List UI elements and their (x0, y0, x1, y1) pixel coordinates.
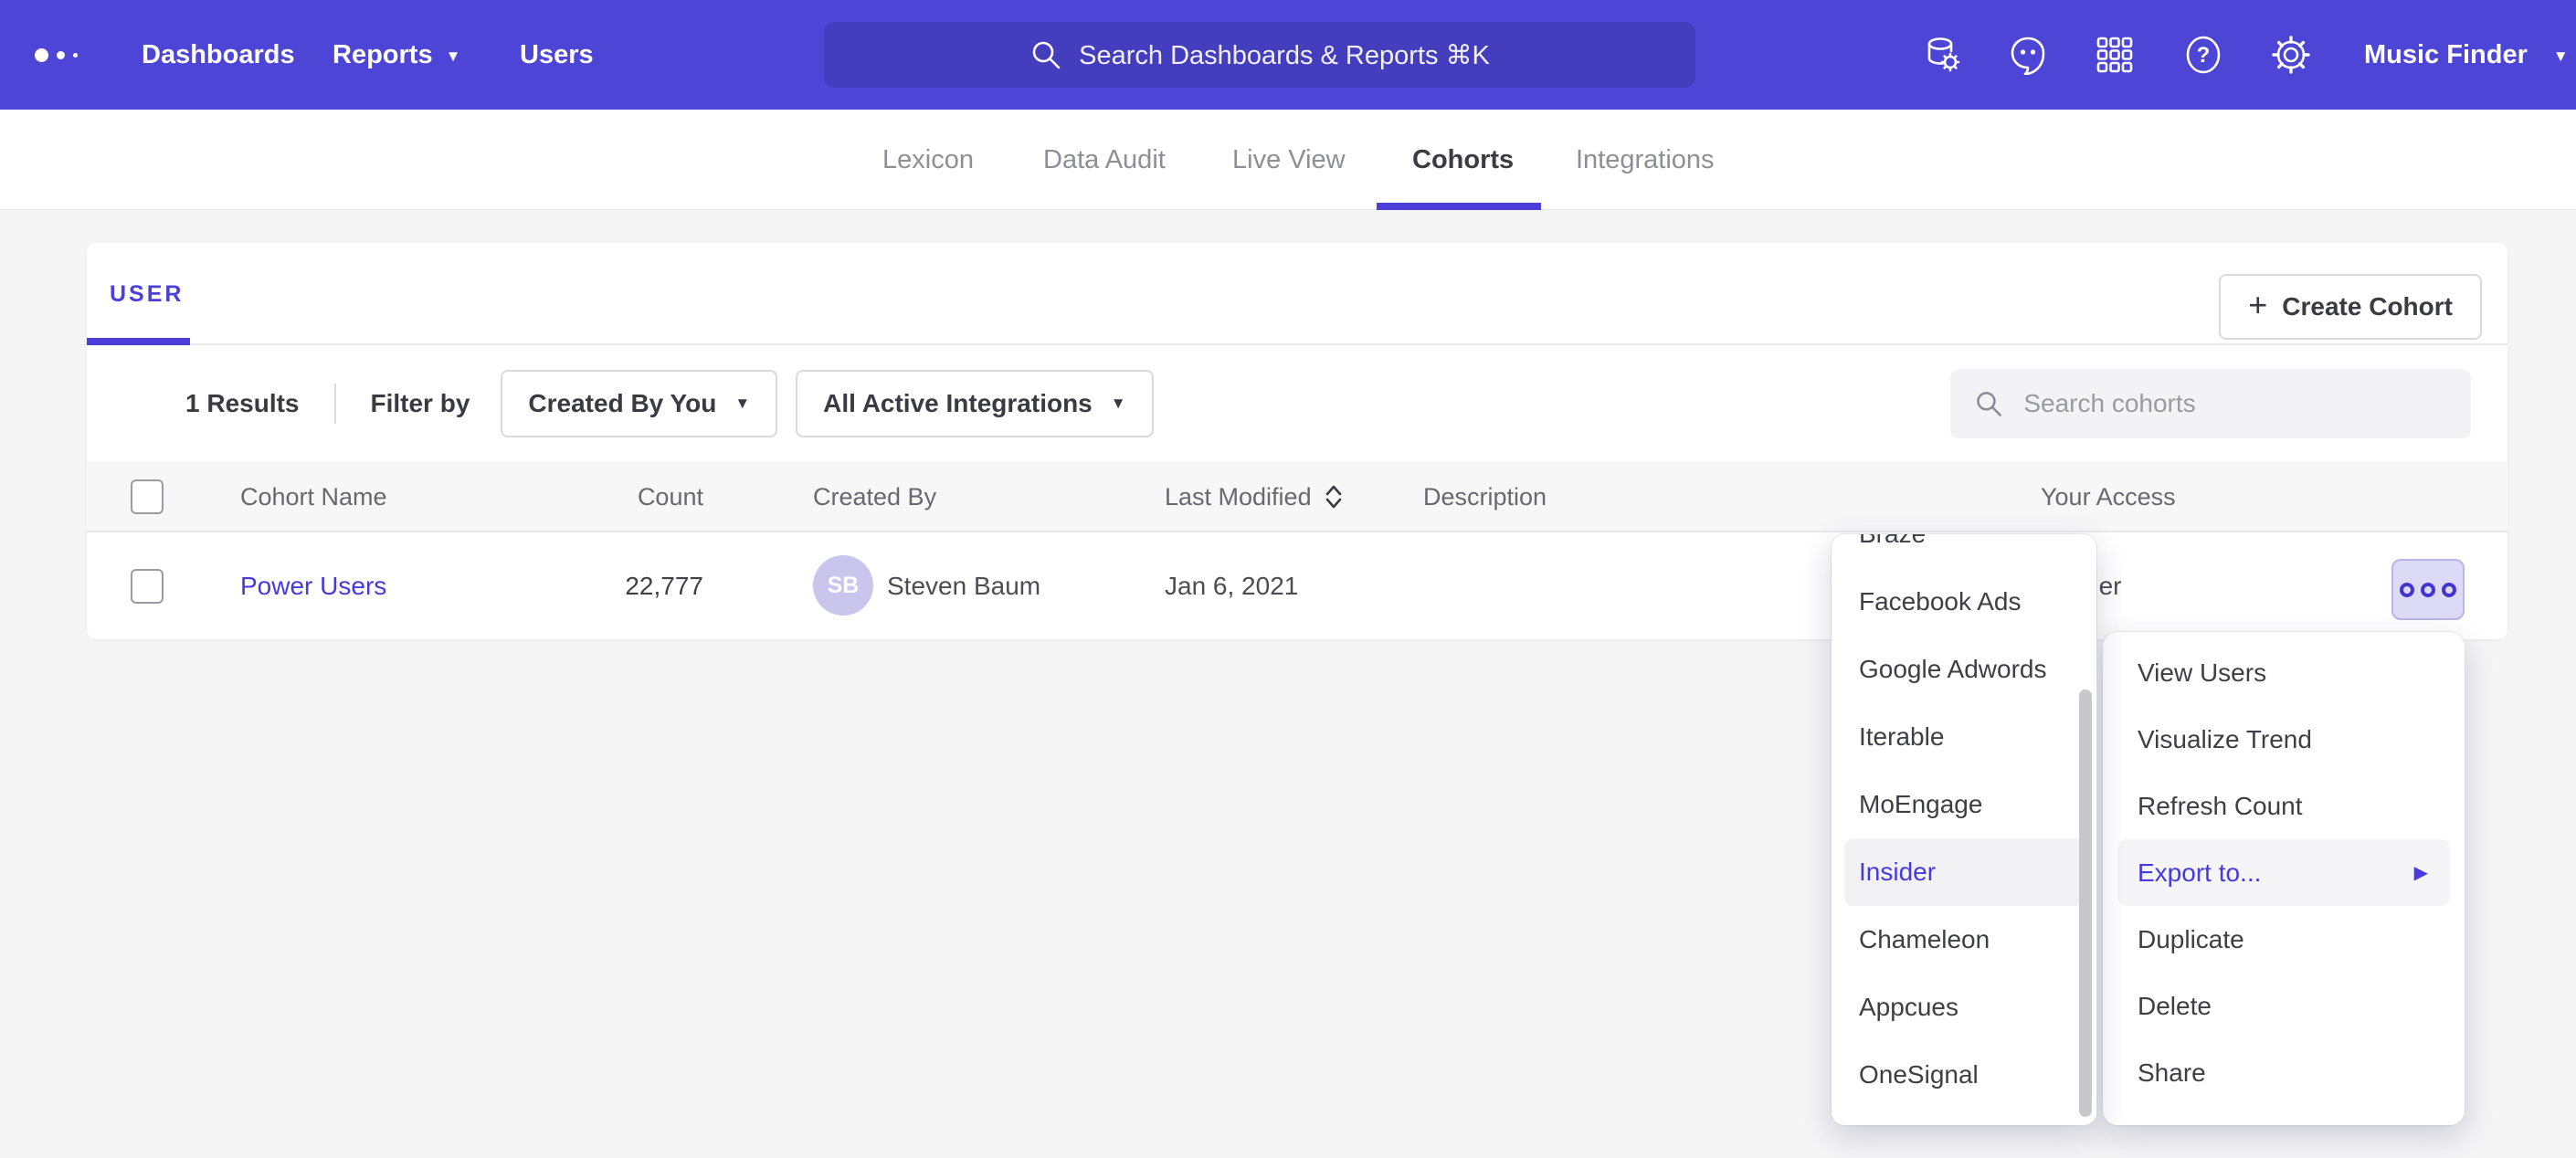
search-icon (1029, 38, 1062, 71)
created-by-filter[interactable]: Created By You ▼ (501, 370, 777, 437)
nav-users-label: Users (520, 40, 594, 69)
last-modified-date: Jan 6, 2021 (1165, 532, 1298, 639)
column-count[interactable]: Count (544, 461, 703, 532)
menu-item-refresh-count[interactable]: Refresh Count (2103, 773, 2465, 839)
tab-user-cohorts[interactable]: USER (110, 243, 184, 345)
cohort-type-tabs: USER + Create Cohort (87, 243, 2507, 345)
avatar: SB (813, 555, 873, 616)
create-cohort-label: Create Cohort (2282, 292, 2453, 321)
cohort-count: 22,777 (544, 532, 703, 639)
integrations-filter[interactable]: All Active Integrations ▼ (796, 370, 1153, 437)
nav-users[interactable]: Users (520, 0, 594, 110)
menu-item-export-to[interactable]: Export to... ▶ (2117, 839, 2450, 906)
nav-dashboards-label: Dashboards (142, 40, 295, 69)
apps-grid-icon[interactable] (2095, 35, 2135, 75)
section-tab-bar: Lexicon Data Audit Live View Cohorts Int… (0, 110, 2576, 210)
row-checkbox[interactable] (131, 569, 164, 604)
menu-item-facebook-ads[interactable]: Facebook Ads (1832, 568, 2096, 636)
logo-dot-small (73, 53, 78, 58)
logo-dot-large (35, 48, 48, 62)
nav-dashboards[interactable]: Dashboards (142, 0, 295, 110)
filter-toolbar: 1 Results Filter by Created By You ▼ All… (87, 345, 2507, 461)
menu-scrollbar[interactable] (2079, 690, 2092, 1117)
project-name: Music Finder (2364, 40, 2528, 69)
user-tab-underline (87, 338, 190, 345)
cohort-actions-menu: View Users Visualize Trend Refresh Count… (2103, 632, 2465, 1125)
top-navigation-bar: Dashboards Reports ▼ Users Search Dashboa… (0, 0, 2576, 110)
menu-item-braze[interactable]: Braze (1832, 534, 2096, 568)
cohort-search-box[interactable] (1950, 369, 2471, 438)
filter-by-label: Filter by (371, 389, 470, 418)
menu-item-visualize-trend[interactable]: Visualize Trend (2103, 706, 2465, 773)
export-to-label: Export to... (2138, 858, 2261, 888)
tab-cohorts[interactable]: Cohorts (1412, 110, 1514, 210)
search-icon (1974, 387, 2003, 420)
avatar-initials: SB (828, 574, 860, 597)
global-search-placeholder: Search Dashboards & Reports ⌘K (1079, 39, 1490, 71)
column-last-modified-label: Last Modified (1165, 461, 1312, 532)
menu-item-duplicate[interactable]: Duplicate (2103, 906, 2465, 973)
nav-reports-label: Reports (333, 40, 433, 69)
menu-item-share[interactable]: Share (2103, 1039, 2465, 1106)
created-by-name: Steven Baum (887, 532, 1040, 639)
more-dots-icon (2442, 583, 2456, 597)
project-switcher[interactable]: Music Finder ▼ (2364, 0, 2569, 110)
chevron-down-icon: ▼ (734, 395, 750, 413)
feedback-icon[interactable] (2008, 35, 2048, 75)
results-count: 1 Results (185, 389, 300, 418)
more-dots-icon (2400, 583, 2414, 597)
menu-item-insider[interactable]: Insider (1844, 838, 2084, 906)
sort-icon[interactable] (1323, 483, 1345, 511)
cohorts-panel: USER + Create Cohort 1 Results Filter by… (87, 243, 2507, 639)
cohort-name-link[interactable]: Power Users (240, 532, 386, 639)
menu-item-iterable[interactable]: Iterable (1832, 703, 2096, 771)
chevron-down-icon: ▼ (446, 47, 461, 65)
submenu-arrow-icon: ▶ (2414, 861, 2428, 884)
column-last-modified[interactable]: Last Modified (1165, 461, 1345, 532)
create-cohort-button[interactable]: + Create Cohort (2219, 274, 2482, 340)
menu-item-onesignal[interactable]: OneSignal (1832, 1041, 2096, 1109)
divider (334, 384, 336, 424)
menu-item-view-users[interactable]: View Users (2103, 639, 2465, 706)
column-your-access[interactable]: Your Access (2041, 461, 2176, 532)
chevron-down-icon: ▼ (1111, 395, 1126, 413)
tab-data-audit[interactable]: Data Audit (1043, 110, 1166, 210)
menu-item-appcues[interactable]: Appcues (1832, 974, 2096, 1041)
row-more-actions-button[interactable] (2391, 559, 2465, 620)
tab-lexicon[interactable]: Lexicon (882, 110, 974, 210)
column-description[interactable]: Description (1423, 461, 1547, 532)
select-all-checkbox[interactable] (131, 479, 164, 514)
column-cohort-name[interactable]: Cohort Name (240, 461, 387, 532)
tab-live-view[interactable]: Live View (1232, 110, 1346, 210)
data-management-icon[interactable] (1922, 35, 1962, 75)
menu-item-moengage[interactable]: MoEngage (1832, 771, 2096, 838)
last-modified-value: Jan 6, 2021 (1165, 532, 1298, 639)
chevron-down-icon: ▼ (2553, 47, 2569, 65)
active-tab-underline (1377, 203, 1541, 210)
settings-gear-icon[interactable] (2271, 35, 2311, 75)
more-dots-icon (2421, 583, 2435, 597)
table-row: Power Users 22,777 SB Steven Baum Jan 6,… (87, 532, 2507, 639)
mixpanel-logo[interactable] (35, 0, 78, 110)
menu-item-chameleon[interactable]: Chameleon (1832, 906, 2096, 974)
export-integrations-menu: Braze Facebook Ads Google Adwords Iterab… (1832, 534, 2096, 1125)
menu-item-delete[interactable]: Delete (2103, 973, 2465, 1039)
menu-item-google-adwords[interactable]: Google Adwords (1832, 636, 2096, 703)
tab-integrations[interactable]: Integrations (1576, 110, 1715, 210)
nav-reports[interactable]: Reports ▼ (333, 0, 460, 110)
svg-text:?: ? (2197, 43, 2211, 68)
logo-dot-medium (57, 51, 65, 59)
plus-icon: + (2248, 289, 2267, 321)
global-search-button[interactable]: Search Dashboards & Reports ⌘K (824, 22, 1695, 88)
help-icon[interactable]: ? (2183, 35, 2223, 75)
cohort-search-input[interactable] (2022, 388, 2447, 419)
integrations-filter-label: All Active Integrations (823, 389, 1093, 418)
column-created-by[interactable]: Created By (813, 461, 936, 532)
created-by-filter-label: Created By You (528, 389, 716, 418)
table-header: Cohort Name Count Created By Last Modifi… (87, 461, 2507, 532)
